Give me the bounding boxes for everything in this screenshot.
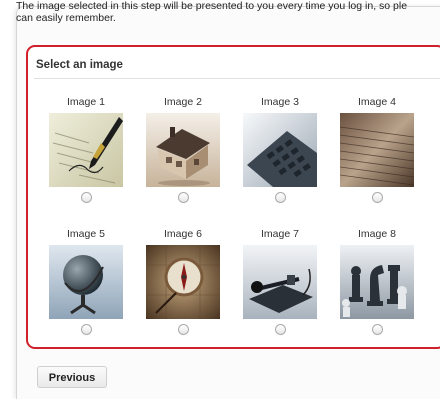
section-divider <box>34 78 440 79</box>
image-option-4[interactable]: Image 4 <box>337 95 417 203</box>
calculator-keypad-icon[interactable] <box>243 113 317 187</box>
image-label: Image 1 <box>67 96 105 108</box>
image-label: Image 3 <box>261 96 299 108</box>
image-selection-box: Select an image Image 1 Image 2 Image 3 … <box>26 45 440 349</box>
previous-button[interactable]: Previous <box>37 366 107 388</box>
image-radio[interactable] <box>177 324 189 335</box>
image-radio[interactable] <box>371 324 383 335</box>
image-label: Image 8 <box>358 228 396 240</box>
chess-pieces-icon[interactable] <box>340 245 414 319</box>
pen-signing-document-icon[interactable] <box>49 113 123 187</box>
intro-line-2: can easily remember. <box>16 12 116 24</box>
telegraph-key-icon[interactable] <box>243 245 317 319</box>
image-label: Image 7 <box>261 228 299 240</box>
old-manuscript-icon[interactable] <box>340 113 414 187</box>
image-label: Image 6 <box>164 228 202 240</box>
image-option-6[interactable]: Image 6 <box>143 227 223 335</box>
image-option-3[interactable]: Image 3 <box>240 95 320 203</box>
image-option-2[interactable]: Image 2 <box>143 95 223 203</box>
image-radio[interactable] <box>371 192 383 203</box>
image-label: Image 2 <box>164 96 202 108</box>
image-radio[interactable] <box>177 192 189 203</box>
image-radio[interactable] <box>80 192 92 203</box>
image-option-5[interactable]: Image 5 <box>46 227 126 335</box>
image-option-8[interactable]: Image 8 <box>337 227 417 335</box>
image-radio[interactable] <box>274 192 286 203</box>
image-radio[interactable] <box>80 324 92 335</box>
section-title: Select an image <box>36 59 123 71</box>
compass-map-icon[interactable] <box>146 245 220 319</box>
intro-text: The image selected in this step will be … <box>16 0 440 24</box>
image-option-7[interactable]: Image 7 <box>240 227 320 335</box>
house-model-icon[interactable] <box>146 113 220 187</box>
image-option-1[interactable]: Image 1 <box>46 95 126 203</box>
image-radio[interactable] <box>274 324 286 335</box>
globe-icon[interactable] <box>49 245 123 319</box>
intro-line-1: The image selected in this step will be … <box>16 0 408 12</box>
image-label: Image 5 <box>67 228 105 240</box>
image-label: Image 4 <box>358 96 396 108</box>
